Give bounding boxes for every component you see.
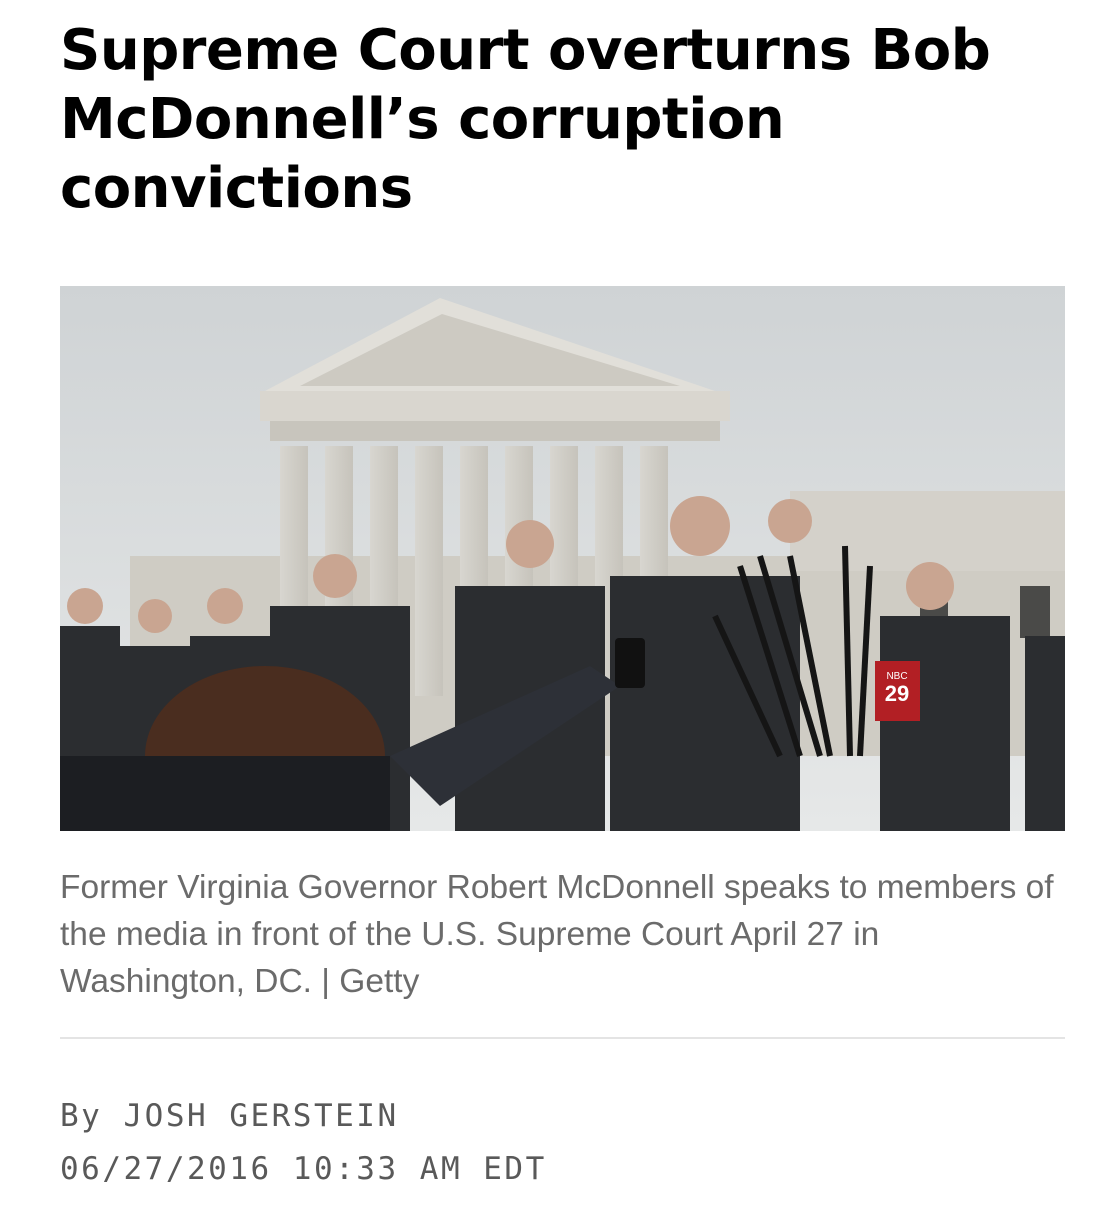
photo-caption: Former Virginia Governor Robert McDonnel… [60,869,1054,1000]
byline: By JOSH GERSTEIN [60,1093,399,1139]
byline-prefix: By [60,1098,103,1134]
mic-badge-network: NBC [886,671,907,682]
supreme-court-press-photo: 29 NBC [60,286,1065,831]
divider [60,1037,1065,1039]
article-headline: Supreme Court overturns Bob McDonnell’s … [60,18,991,221]
mic-badge-number: 29 [885,681,909,706]
article-photo: 29 NBC [60,286,1065,831]
publish-timestamp: 06/27/2016 10:33 AM EDT [60,1151,547,1187]
author-link[interactable]: JOSH GERSTEIN [124,1098,399,1134]
